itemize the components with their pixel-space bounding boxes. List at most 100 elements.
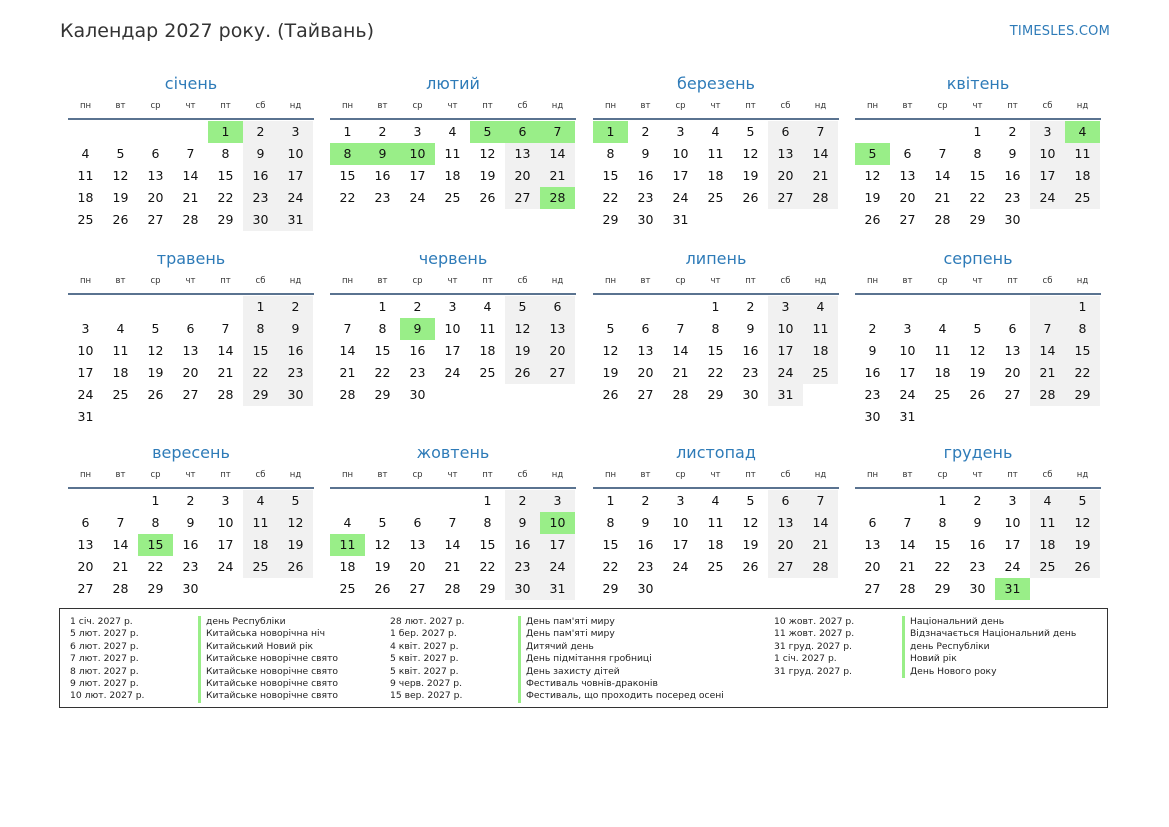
day-cell[interactable]: 18	[698, 534, 733, 556]
day-cell[interactable]: 23	[278, 362, 313, 384]
day-cell[interactable]: 24	[68, 384, 103, 406]
day-cell[interactable]: 13	[173, 340, 208, 362]
day-cell[interactable]: 20	[400, 556, 435, 578]
day-cell[interactable]: 12	[733, 512, 768, 534]
day-cell[interactable]: 8	[470, 512, 505, 534]
day-cell[interactable]: 1	[330, 121, 365, 143]
day-cell[interactable]: 28	[173, 209, 208, 231]
day-cell[interactable]: 14	[803, 512, 838, 534]
day-cell[interactable]: 11	[925, 340, 960, 362]
day-cell[interactable]: 18	[330, 556, 365, 578]
day-cell[interactable]: 13	[68, 534, 103, 556]
day-cell[interactable]: 19	[505, 340, 540, 362]
day-cell[interactable]: 22	[593, 187, 628, 209]
day-cell[interactable]: 2	[173, 490, 208, 512]
day-cell[interactable]: 10	[663, 512, 698, 534]
day-cell[interactable]: 9	[400, 318, 435, 340]
day-cell[interactable]: 18	[435, 165, 470, 187]
day-cell[interactable]: 16	[628, 534, 663, 556]
day-cell[interactable]: 6	[400, 512, 435, 534]
day-cell[interactable]: 27	[173, 384, 208, 406]
day-cell[interactable]: 28	[890, 578, 925, 600]
day-cell[interactable]: 4	[103, 318, 138, 340]
day-cell[interactable]: 6	[768, 490, 803, 512]
day-cell[interactable]: 22	[138, 556, 173, 578]
day-cell[interactable]: 30	[278, 384, 313, 406]
day-cell[interactable]: 8	[330, 143, 365, 165]
day-cell[interactable]: 15	[1065, 340, 1100, 362]
day-cell[interactable]: 30	[505, 578, 540, 600]
day-cell[interactable]: 3	[435, 296, 470, 318]
day-cell[interactable]: 19	[278, 534, 313, 556]
day-cell[interactable]: 12	[138, 340, 173, 362]
day-cell[interactable]: 5	[855, 143, 890, 165]
day-cell[interactable]: 20	[540, 340, 575, 362]
day-cell[interactable]: 19	[855, 187, 890, 209]
day-cell[interactable]: 9	[960, 512, 995, 534]
day-cell[interactable]: 18	[103, 362, 138, 384]
day-cell[interactable]: 3	[663, 121, 698, 143]
day-cell[interactable]: 11	[803, 318, 838, 340]
day-cell[interactable]: 18	[803, 340, 838, 362]
day-cell[interactable]: 25	[68, 209, 103, 231]
day-cell[interactable]: 27	[400, 578, 435, 600]
day-cell[interactable]: 9	[243, 143, 278, 165]
day-cell[interactable]: 19	[960, 362, 995, 384]
day-cell[interactable]: 14	[663, 340, 698, 362]
day-cell[interactable]: 1	[470, 490, 505, 512]
day-cell[interactable]: 17	[1030, 165, 1065, 187]
day-cell[interactable]: 20	[995, 362, 1030, 384]
day-cell[interactable]: 18	[925, 362, 960, 384]
day-cell[interactable]: 7	[1030, 318, 1065, 340]
day-cell[interactable]: 6	[890, 143, 925, 165]
day-cell[interactable]: 21	[925, 187, 960, 209]
day-cell[interactable]: 30	[960, 578, 995, 600]
day-cell[interactable]: 1	[593, 490, 628, 512]
day-cell[interactable]: 31	[890, 406, 925, 428]
day-cell[interactable]: 21	[663, 362, 698, 384]
day-cell[interactable]: 11	[330, 534, 365, 556]
day-cell[interactable]: 25	[243, 556, 278, 578]
day-cell[interactable]: 25	[1065, 187, 1100, 209]
day-cell[interactable]: 15	[208, 165, 243, 187]
day-cell[interactable]: 7	[890, 512, 925, 534]
day-cell[interactable]: 19	[593, 362, 628, 384]
day-cell[interactable]: 10	[890, 340, 925, 362]
day-cell[interactable]: 7	[925, 143, 960, 165]
day-cell[interactable]: 1	[365, 296, 400, 318]
day-cell[interactable]: 7	[173, 143, 208, 165]
day-cell[interactable]: 18	[1065, 165, 1100, 187]
day-cell[interactable]: 16	[733, 340, 768, 362]
day-cell[interactable]: 21	[803, 534, 838, 556]
day-cell[interactable]: 25	[925, 384, 960, 406]
day-cell[interactable]: 8	[925, 512, 960, 534]
day-cell[interactable]: 11	[435, 143, 470, 165]
brand-link[interactable]: TIMESLES.COM	[1010, 24, 1110, 39]
day-cell[interactable]: 16	[243, 165, 278, 187]
day-cell[interactable]: 30	[400, 384, 435, 406]
day-cell[interactable]: 4	[925, 318, 960, 340]
day-cell[interactable]: 3	[890, 318, 925, 340]
day-cell[interactable]: 4	[1065, 121, 1100, 143]
day-cell[interactable]: 22	[243, 362, 278, 384]
day-cell[interactable]: 12	[855, 165, 890, 187]
day-cell[interactable]: 17	[68, 362, 103, 384]
day-cell[interactable]: 26	[855, 209, 890, 231]
day-cell[interactable]: 11	[470, 318, 505, 340]
day-cell[interactable]: 15	[593, 165, 628, 187]
day-cell[interactable]: 4	[1030, 490, 1065, 512]
day-cell[interactable]: 18	[470, 340, 505, 362]
day-cell[interactable]: 23	[855, 384, 890, 406]
day-cell[interactable]: 15	[593, 534, 628, 556]
day-cell[interactable]: 24	[435, 362, 470, 384]
day-cell[interactable]: 24	[1030, 187, 1065, 209]
day-cell[interactable]: 11	[68, 165, 103, 187]
day-cell[interactable]: 26	[733, 187, 768, 209]
day-cell[interactable]: 28	[208, 384, 243, 406]
day-cell[interactable]: 17	[208, 534, 243, 556]
day-cell[interactable]: 20	[173, 362, 208, 384]
day-cell[interactable]: 15	[138, 534, 173, 556]
day-cell[interactable]: 14	[208, 340, 243, 362]
day-cell[interactable]: 7	[803, 121, 838, 143]
day-cell[interactable]: 30	[628, 209, 663, 231]
